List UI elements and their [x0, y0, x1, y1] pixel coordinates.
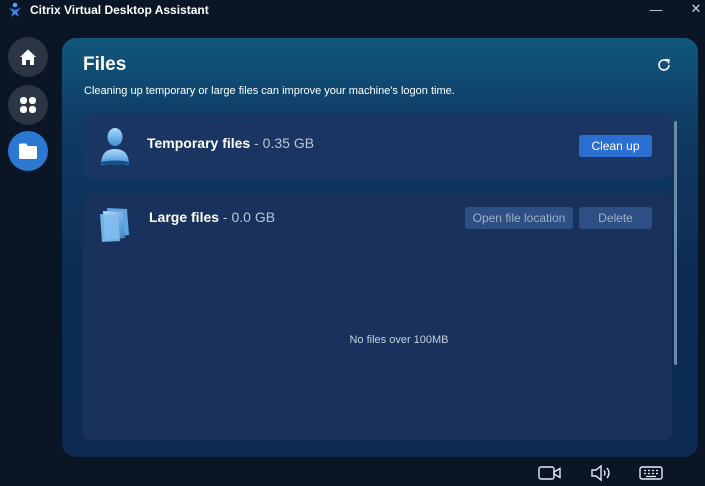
page-title: Files: [83, 54, 127, 75]
empty-state-message: No files over 100MB: [349, 334, 449, 346]
sidebar-item-files[interactable]: [8, 131, 48, 171]
delete-button[interactable]: Delete: [579, 207, 652, 229]
refresh-button[interactable]: [654, 55, 674, 75]
citrix-assistant-logo-icon: [9, 2, 21, 17]
close-icon: ✕: [690, 1, 702, 16]
page-subtitle: Cleaning up temporary or large files can…: [84, 85, 455, 97]
camera-button[interactable]: [537, 463, 563, 483]
open-file-location-button[interactable]: Open file location: [465, 207, 573, 229]
file-stack-icon: [100, 208, 129, 242]
temporary-files-size: - 0.35 GB: [250, 135, 315, 151]
scrollbar[interactable]: [674, 121, 677, 365]
speaker-icon: [591, 464, 610, 482]
large-files-card: Large files - 0.0 GB Open file location …: [83, 193, 672, 440]
temporary-files-label: Temporary files: [147, 135, 251, 151]
refresh-icon: [658, 58, 670, 71]
folder-icon: [19, 143, 37, 159]
keyboard-icon: [639, 466, 663, 480]
large-files-size: - 0.0 GB: [219, 209, 276, 225]
camera-icon: [538, 466, 561, 480]
close-button[interactable]: ✕: [683, 0, 705, 18]
home-icon: [20, 49, 36, 65]
speaker-button[interactable]: [589, 463, 615, 483]
temporary-files-heading: Temporary files - 0.35 GB: [147, 135, 314, 151]
large-files-heading: Large files - 0.0 GB: [149, 209, 275, 225]
large-files-label: Large files: [149, 209, 220, 225]
keyboard-button[interactable]: [638, 463, 664, 483]
title-bar: Citrix Virtual Desktop Assistant — ✕: [0, 0, 705, 20]
files-panel: Files Cleaning up temporary or large fil…: [62, 38, 698, 457]
clean-up-button[interactable]: Clean up: [579, 135, 652, 157]
sidebar-item-apps[interactable]: [8, 85, 48, 125]
apps-grid-icon: [20, 97, 36, 113]
minimize-button[interactable]: —: [643, 0, 669, 18]
temporary-files-card: Temporary files - 0.35 GB Clean up: [83, 113, 672, 178]
sidebar-item-home[interactable]: [8, 37, 48, 77]
minimize-icon: —: [649, 1, 663, 17]
user-figure-icon: [100, 128, 130, 165]
app-title: Citrix Virtual Desktop Assistant: [30, 3, 209, 17]
